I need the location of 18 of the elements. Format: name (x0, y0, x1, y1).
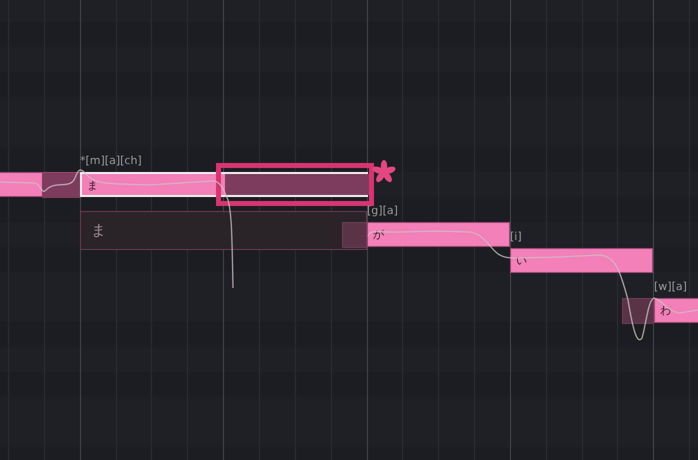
lyric-text: ま (87, 178, 98, 193)
lyric-text: わ (660, 303, 671, 318)
phoneme-label: *[m][a][ch] (80, 154, 142, 167)
ghost-note[interactable]: ま (80, 211, 367, 250)
note-bar[interactable]: ま (80, 172, 368, 197)
overlap-block (622, 298, 654, 324)
lyric-text: が (373, 227, 384, 242)
flower-icon (372, 160, 396, 184)
overlap-block (342, 222, 367, 248)
note-bar[interactable]: が (367, 222, 510, 247)
note-bar[interactable]: い (510, 248, 653, 273)
phoneme-label: [g][a] (367, 204, 398, 217)
note-bar[interactable] (0, 172, 80, 197)
phoneme-label: [i] (510, 230, 522, 243)
note-bar[interactable]: わ (654, 298, 698, 323)
lyric-text: い (516, 253, 527, 268)
lyric-text: ま (91, 221, 106, 240)
phoneme-label: [w][a] (654, 280, 687, 293)
